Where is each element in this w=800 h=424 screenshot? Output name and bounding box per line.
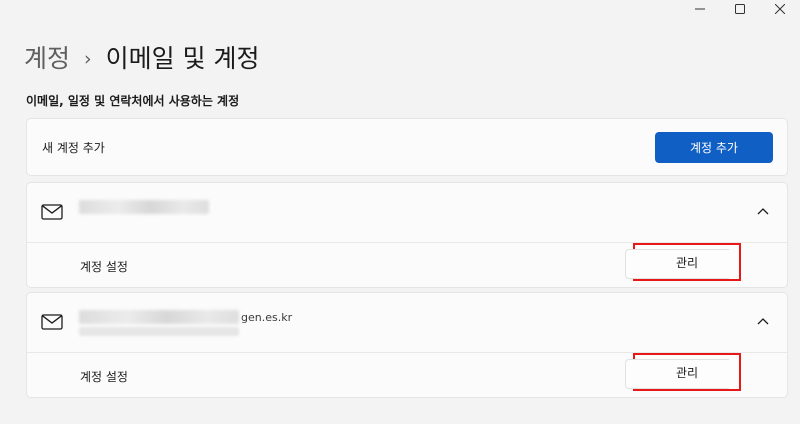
- account-email: [79, 197, 209, 217]
- manage-button-label: 관리: [675, 365, 699, 380]
- redacted-email-blur: [79, 327, 239, 336]
- account-settings-row: 계정 설정 관리: [27, 353, 787, 399]
- account-header[interactable]: [27, 183, 787, 243]
- account-email-text: gen.es.kr: [241, 310, 293, 324]
- breadcrumb-separator: ›: [84, 48, 92, 70]
- page-title: 이메일 및 계정: [105, 44, 260, 73]
- mail-icon: [41, 204, 63, 220]
- add-account-card: 새 계정 추가 계정 추가: [26, 118, 788, 176]
- breadcrumb: 계정 › 이메일 및 계정: [24, 42, 260, 76]
- mail-icon: [41, 314, 63, 330]
- account-settings-label: 계정 설정: [80, 259, 128, 274]
- account-header[interactable]: gen.es.kr: [27, 293, 787, 353]
- close-icon: [775, 4, 785, 14]
- account-settings-row: 계정 설정 관리: [27, 243, 787, 289]
- manage-button[interactable]: 관리: [625, 243, 741, 281]
- breadcrumb-parent-link[interactable]: 계정: [24, 42, 70, 76]
- settings-window: 계정 › 이메일 및 계정 이메일, 일정 및 연락처에서 사용하는 계정 새 …: [0, 0, 800, 424]
- add-account-label: 새 계정 추가: [42, 140, 105, 155]
- title-bar: [680, 0, 800, 18]
- minimize-icon: [695, 8, 705, 10]
- redacted-email-blur: [79, 310, 239, 324]
- manage-button[interactable]: 관리: [625, 353, 741, 391]
- maximize-button[interactable]: [720, 0, 760, 18]
- close-button[interactable]: [760, 0, 800, 18]
- account-email: gen.es.kr: [79, 307, 293, 336]
- minimize-button[interactable]: [680, 0, 720, 18]
- maximize-icon: [735, 4, 745, 14]
- chevron-up-icon[interactable]: [757, 317, 769, 325]
- account-card: 계정 설정 관리: [26, 182, 788, 288]
- chevron-up-icon[interactable]: [757, 207, 769, 215]
- redacted-email-blur: [79, 200, 209, 214]
- manage-button-label: 관리: [675, 255, 699, 270]
- account-settings-label: 계정 설정: [80, 369, 128, 384]
- add-account-button[interactable]: 계정 추가: [655, 131, 773, 163]
- account-card: gen.es.kr 계정 설정 관리: [26, 292, 788, 398]
- section-heading: 이메일, 일정 및 연락처에서 사용하는 계정: [26, 94, 240, 108]
